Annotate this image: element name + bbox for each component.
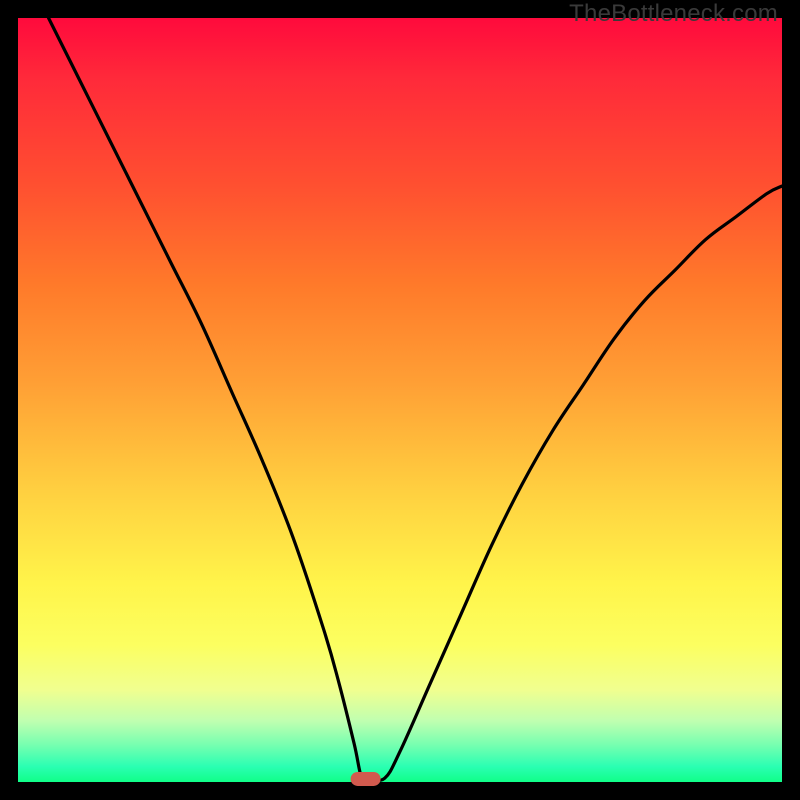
watermark-text: TheBottleneck.com — [569, 0, 778, 28]
bottleneck-curve — [49, 18, 782, 781]
optimum-marker — [351, 772, 381, 786]
chart-svg — [18, 18, 782, 782]
chart-frame: TheBottleneck.com — [0, 0, 800, 800]
